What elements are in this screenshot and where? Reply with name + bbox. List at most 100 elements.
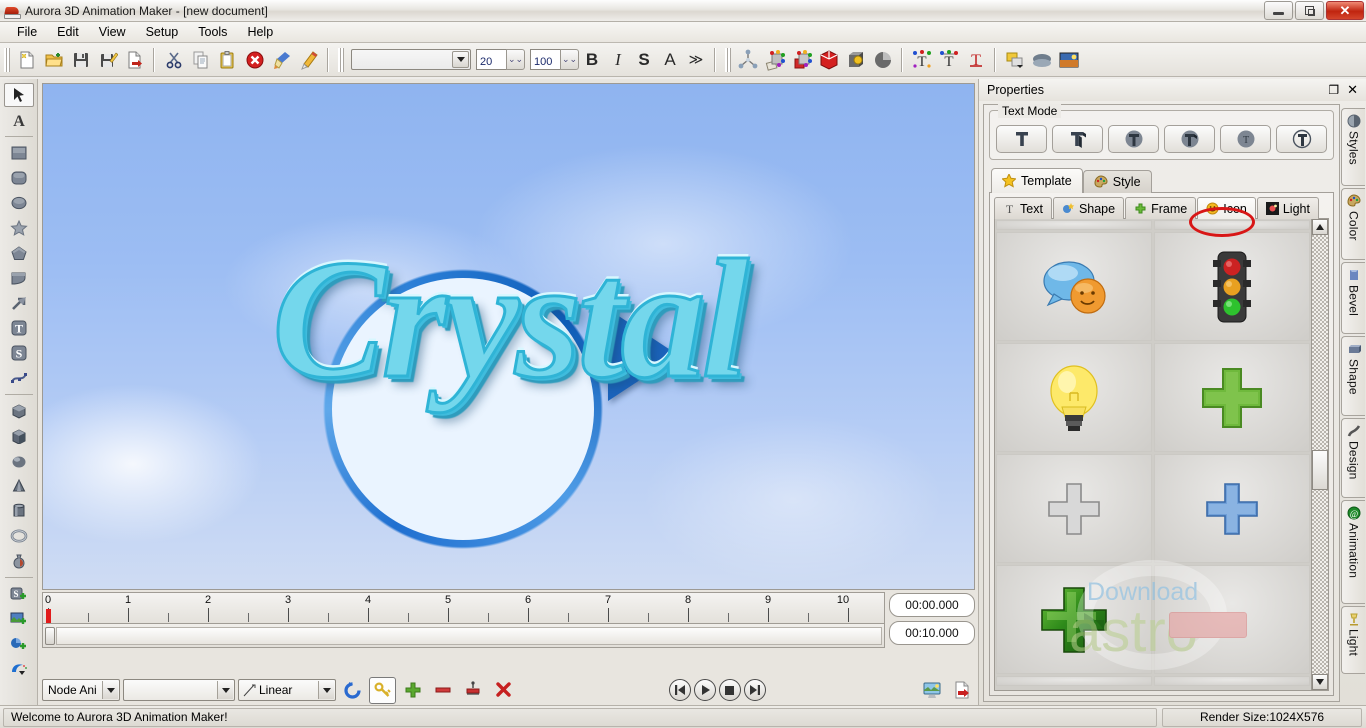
timeline-playhead[interactable] — [46, 609, 51, 623]
menu-item-view[interactable]: View — [90, 23, 135, 41]
cylinder-tool[interactable] — [4, 499, 34, 523]
scrollbar-thumb[interactable] — [1312, 450, 1328, 490]
color-palette-icon[interactable] — [761, 46, 788, 73]
icon-lightbulb[interactable] — [996, 343, 1152, 452]
texture-palette-icon[interactable] — [788, 46, 815, 73]
menu-item-setup[interactable]: Setup — [137, 23, 188, 41]
pointer-tool[interactable] — [3, 83, 34, 107]
icon-green-plus-3d[interactable] — [996, 565, 1152, 674]
sphere-tool[interactable] — [4, 449, 34, 473]
icon-blank[interactable] — [1154, 565, 1310, 674]
side-tab-design[interactable]: Design — [1341, 418, 1365, 498]
shape-icon[interactable] — [842, 46, 869, 73]
tab-template[interactable]: Template — [991, 168, 1083, 193]
shadow-button[interactable]: S — [631, 47, 657, 73]
total-time-field[interactable]: 00:10.000 — [889, 621, 975, 645]
forward-button[interactable] — [743, 679, 766, 701]
vase-tool[interactable] — [4, 549, 34, 573]
font-scale-stepper[interactable]: 100 ⌄⌄ — [530, 49, 579, 70]
tab-text[interactable]: T Text — [994, 197, 1052, 219]
edit-keyframe-button[interactable] — [459, 677, 486, 704]
scrollbar-thumb[interactable] — [45, 626, 55, 645]
star-tool[interactable] — [4, 216, 34, 240]
layers-icon[interactable] — [1001, 46, 1028, 73]
side-tab-styles[interactable]: Styles — [1341, 108, 1365, 186]
shape-badge-tool[interactable]: S — [4, 341, 34, 365]
export-icon[interactable] — [121, 46, 148, 73]
animation-target-combo[interactable] — [123, 679, 235, 701]
play-button[interactable] — [693, 679, 716, 701]
box-tool[interactable] — [4, 424, 34, 448]
chevron-down-icon[interactable] — [452, 51, 469, 68]
text-shape-icon[interactable]: T — [962, 46, 989, 73]
menu-item-help[interactable]: Help — [238, 23, 282, 41]
font-family-combo[interactable] — [351, 49, 471, 70]
tab-icon[interactable]: Icon — [1197, 197, 1256, 219]
text-mode-flat[interactable] — [996, 125, 1047, 153]
remove-keyframe-button[interactable] — [429, 677, 456, 704]
font-toolbar-grip[interactable] — [338, 47, 344, 72]
preview-button[interactable] — [918, 677, 945, 704]
keyframe-button[interactable] — [369, 676, 396, 704]
cube-tool[interactable] — [4, 399, 34, 423]
chevron-down-icon[interactable] — [217, 681, 233, 699]
reflect-icon[interactable] — [869, 46, 896, 73]
tab-light[interactable]: Light — [1256, 197, 1319, 219]
menu-item-file[interactable]: File — [8, 23, 46, 41]
side-tab-animation[interactable]: @ Animation — [1341, 500, 1365, 604]
font-size-stepper[interactable]: 20 ⌄⌄ — [476, 49, 525, 70]
tab-shape[interactable]: Shape — [1052, 197, 1125, 219]
current-time-field[interactable]: 00:00.000 — [889, 593, 975, 617]
text-mode-round[interactable] — [1164, 125, 1215, 153]
text-align-icon[interactable]: T — [935, 46, 962, 73]
open-document-icon[interactable] — [40, 46, 67, 73]
animation-mode-combo[interactable]: Node Ani — [42, 679, 120, 701]
chevron-down-icon[interactable] — [318, 681, 334, 699]
cut-icon[interactable] — [160, 46, 187, 73]
swoosh-tool[interactable] — [4, 657, 34, 681]
minimize-button[interactable] — [1264, 1, 1293, 20]
restore-button[interactable] — [1295, 1, 1324, 20]
add-shape-tool[interactable]: S — [4, 582, 34, 606]
side-tab-color[interactable]: Color — [1341, 188, 1365, 260]
icon-gallery-scrollbar[interactable] — [1311, 219, 1328, 690]
more-format-button[interactable]: ≫ — [683, 47, 709, 73]
tab-style[interactable]: Style — [1082, 170, 1152, 193]
font-size-chevron-icon[interactable]: ⌄⌄ — [506, 49, 525, 70]
scroll-down-icon[interactable] — [1312, 674, 1328, 690]
scroll-up-icon[interactable] — [1312, 219, 1328, 235]
side-tab-shape[interactable]: Shape — [1341, 336, 1365, 416]
text-mode-extrude[interactable] — [1052, 125, 1103, 153]
font-scale-chevron-icon[interactable]: ⌄⌄ — [560, 49, 579, 70]
float-panel-icon[interactable]: ❐ — [1328, 83, 1339, 97]
icon-green-plus-flat[interactable] — [1154, 343, 1310, 452]
icon-gray-plus[interactable] — [996, 454, 1152, 563]
icon-cell-partial[interactable] — [996, 676, 1152, 686]
ground-icon[interactable] — [1028, 46, 1055, 73]
add-keyframe-button[interactable] — [399, 677, 426, 704]
icon-cell-partial[interactable] — [996, 220, 1152, 230]
bevel-cube-icon[interactable] — [815, 46, 842, 73]
copy-icon[interactable] — [187, 46, 214, 73]
icon-cell-partial[interactable] — [1154, 676, 1310, 686]
text-tool[interactable]: A — [4, 108, 34, 132]
timeline-scrollbar[interactable] — [42, 624, 885, 648]
save-as-icon[interactable] — [94, 46, 121, 73]
menu-item-tools[interactable]: Tools — [189, 23, 236, 41]
chevron-down-icon[interactable] — [102, 681, 118, 699]
text-badge-tool[interactable]: T — [4, 316, 34, 340]
scrollbar-track[interactable] — [56, 626, 882, 645]
delete-all-button[interactable] — [489, 677, 516, 704]
axis-node-icon[interactable] — [734, 46, 761, 73]
cone-tool[interactable] — [4, 474, 34, 498]
text-mode-bevel[interactable] — [1108, 125, 1159, 153]
outline-button[interactable]: A — [657, 47, 683, 73]
add-image-tool[interactable] — [4, 607, 34, 631]
quad-tool[interactable] — [4, 266, 34, 290]
canvas-viewport[interactable]: Crystal — [42, 83, 975, 590]
icon-blue-plus[interactable] — [1154, 454, 1310, 563]
export-video-button[interactable] — [948, 677, 975, 704]
side-tab-bevel[interactable]: Bevel — [1341, 262, 1365, 334]
italic-button[interactable]: I — [605, 47, 631, 73]
object-toolbar-grip[interactable] — [725, 47, 731, 72]
